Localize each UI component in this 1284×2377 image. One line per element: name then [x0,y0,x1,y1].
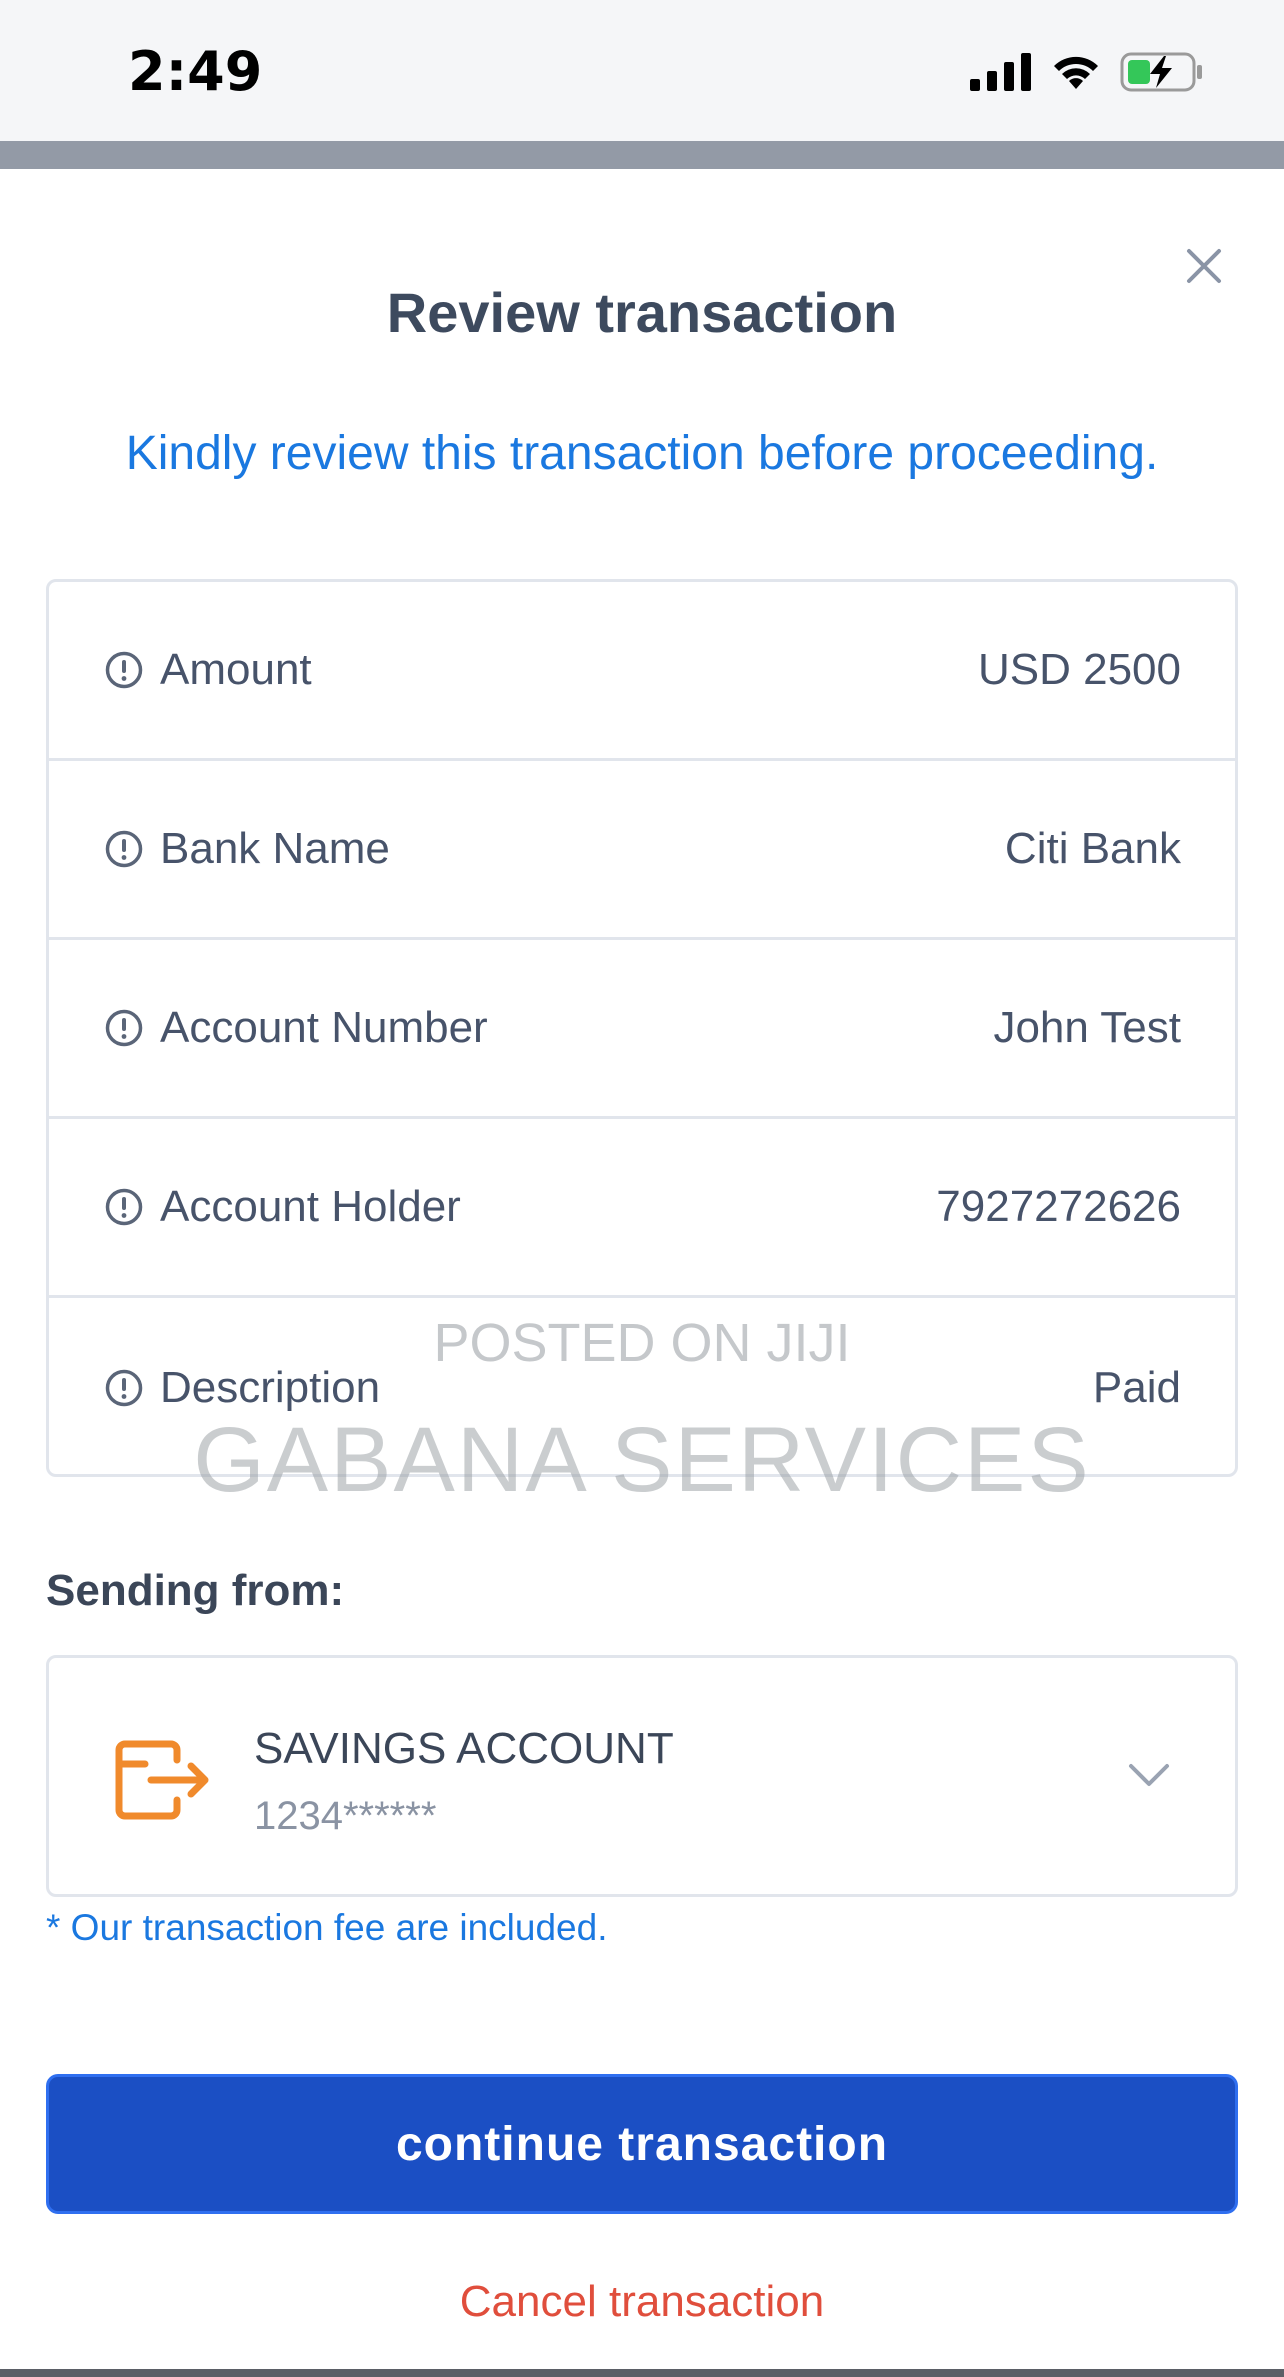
info-circle-icon [105,1369,143,1406]
close-icon [1187,249,1221,283]
detail-label: Account Holder [160,1182,461,1231]
account-number-masked: 1234****** [254,1794,437,1838]
detail-label: Account Number [160,1003,488,1052]
detail-label: Bank Name [160,824,390,873]
fee-note: * Our transaction fee are included. [46,1907,608,1948]
status-icons [970,48,1204,96]
status-bar: 2:49 [0,0,1284,141]
info-circle-icon [105,830,143,868]
transaction-details-card: Amount USD 2500 Bank Name Citi Bank Acco… [46,579,1238,1477]
chevron-down-icon [1129,1764,1169,1786]
detail-label: Amount [160,645,312,694]
detail-value: Citi Bank [1004,824,1181,873]
continue-transaction-button[interactable]: continue transaction [46,2074,1238,2214]
status-time: 2:49 [128,40,263,103]
info-circle-icon [105,651,143,689]
detail-value: USD 2500 [977,645,1181,694]
wallet-transfer-icon [115,1740,209,1820]
detail-value: Paid [1092,1362,1181,1412]
sending-from-label: Sending from: [46,1566,345,1615]
detail-row-bank-name: Bank Name Citi Bank [49,761,1235,940]
detail-row-amount: Amount USD 2500 [49,582,1235,761]
signal-icon [970,53,1031,91]
page-title: Review transaction [386,281,898,344]
detail-label: Description [160,1362,381,1412]
wifi-icon [1054,56,1098,89]
account-name: SAVINGS ACCOUNT [254,1724,674,1773]
info-circle-icon [105,1009,143,1047]
cancel-transaction-button[interactable]: Cancel transaction [0,2277,1284,2327]
account-selector[interactable]: SAVINGS ACCOUNT 1234****** [46,1655,1238,1897]
sheet-backdrop [0,141,1284,169]
battery-charging-icon [1120,52,1202,92]
detail-value: 7927272626 [936,1182,1181,1231]
detail-row-description: Description Paid [49,1298,1235,1474]
bottom-edge [0,2369,1284,2377]
detail-value: John Test [993,1003,1181,1052]
detail-row-account-holder: Account Holder 7927272626 [49,1119,1235,1298]
review-instruction: Kindly review this transaction before pr… [125,427,1159,480]
info-circle-icon [105,1188,143,1226]
detail-row-account-number: Account Number John Test [49,940,1235,1119]
